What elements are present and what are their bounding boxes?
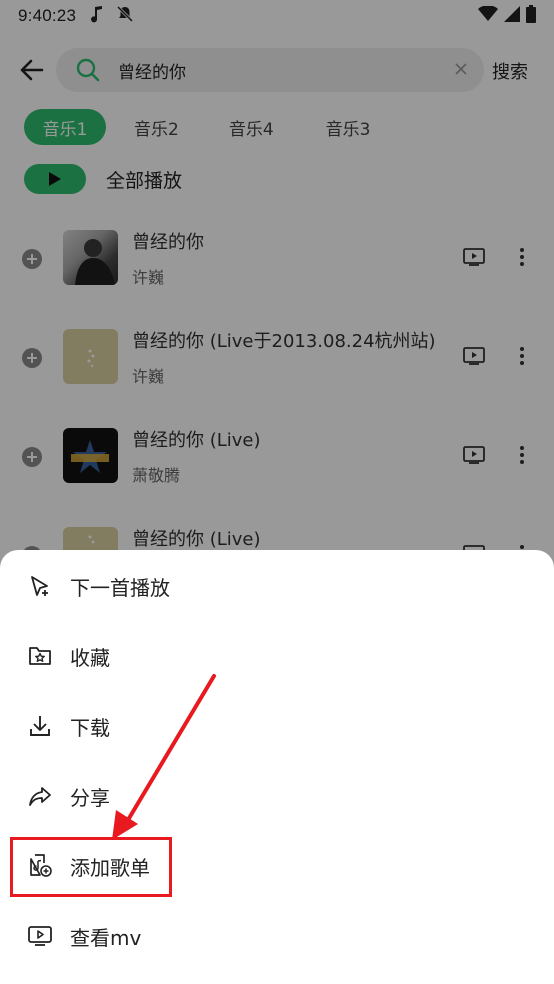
menu-item-label: 下一首播放 (70, 575, 170, 600)
menu-item-label: 查看mv (70, 925, 142, 950)
download-icon (26, 712, 54, 740)
favorite-folder-icon (26, 642, 54, 670)
menu-item-play-next[interactable]: 下一首播放 (0, 558, 554, 614)
play-next-icon (26, 572, 54, 600)
menu-item-label: 分享 (70, 785, 110, 810)
menu-item-download[interactable]: 下载 (0, 698, 554, 754)
menu-item-share[interactable]: 分享 (0, 768, 554, 824)
menu-item-label: 下载 (70, 715, 110, 740)
menu-item-view-mv[interactable]: 查看mv (0, 908, 554, 964)
mv-icon (26, 922, 54, 950)
menu-item-label: 收藏 (70, 645, 110, 670)
song-actions-sheet: 下一首播放 收藏 下载 分享 添加歌单 查看mv (0, 550, 554, 984)
share-icon (26, 782, 54, 810)
menu-item-favorite[interactable]: 收藏 (0, 628, 554, 684)
highlight-box (10, 837, 172, 897)
